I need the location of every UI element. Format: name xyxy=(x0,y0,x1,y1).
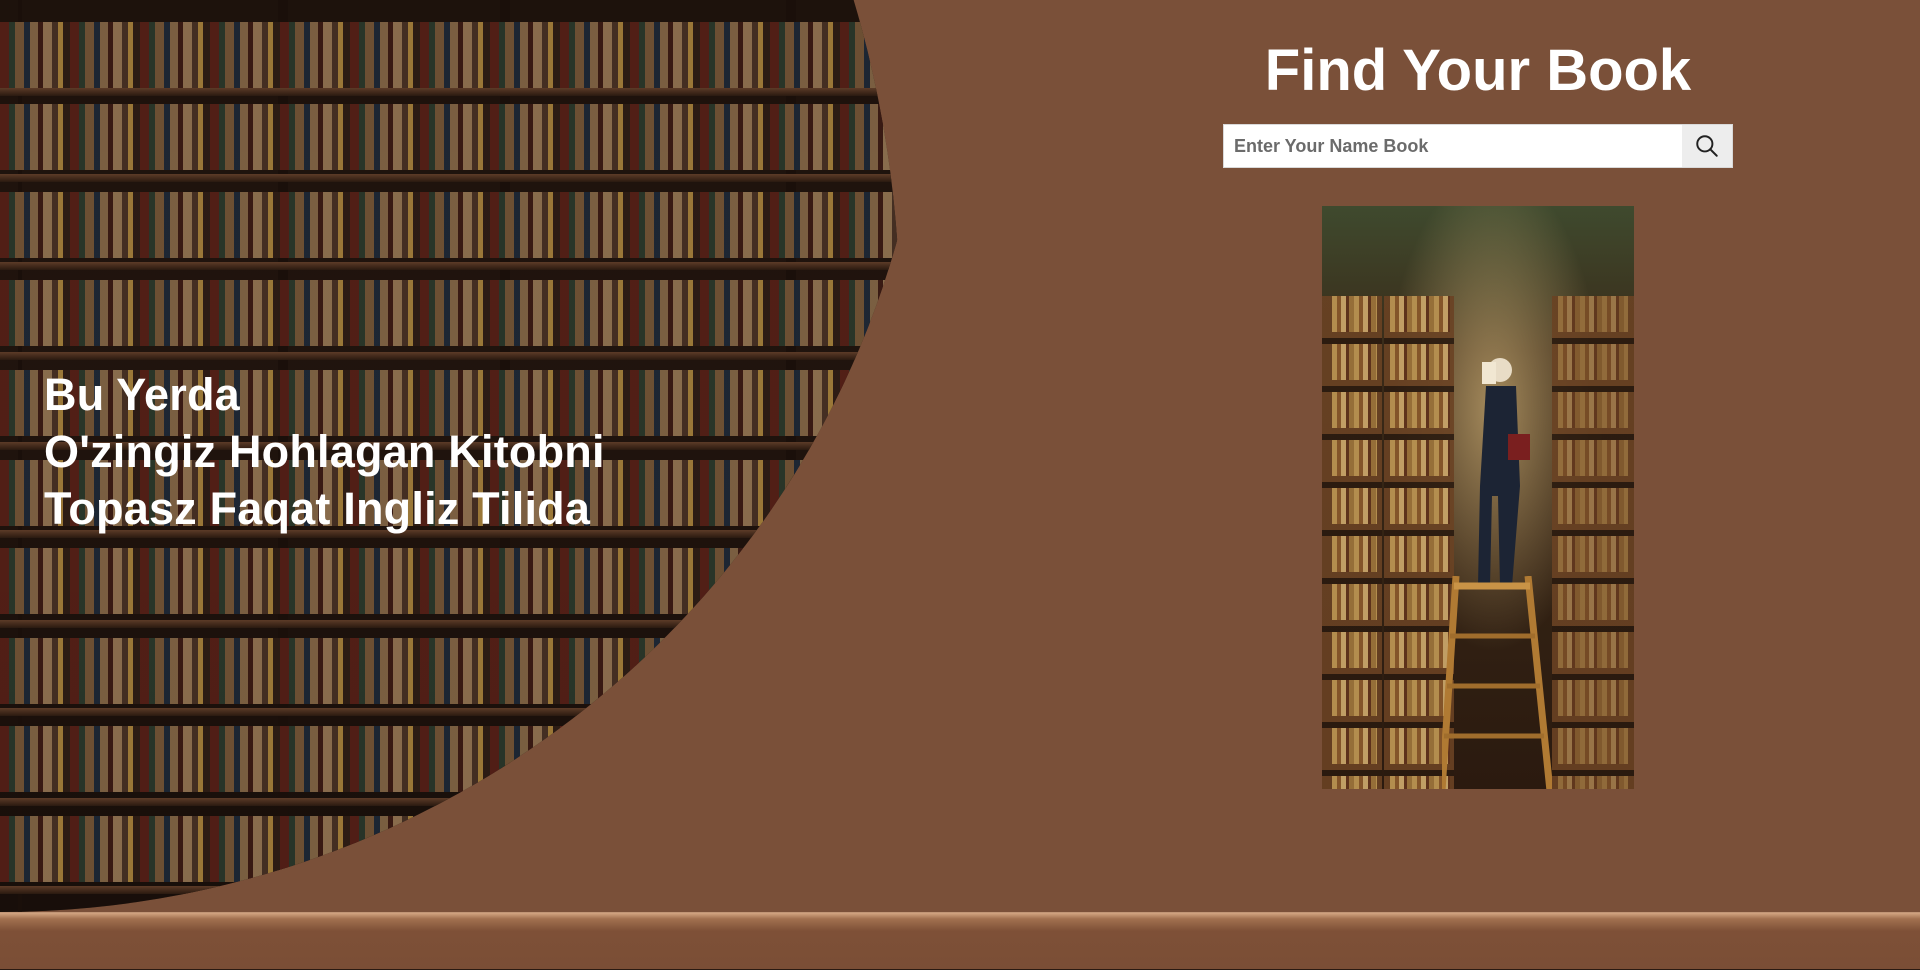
search-icon xyxy=(1696,135,1718,157)
reading-man-figure xyxy=(1478,358,1530,586)
footer-bar xyxy=(0,912,1920,970)
page: Bu Yerda O'zingiz Hohlagan Kitobni Topas… xyxy=(0,0,1920,970)
hero-heading: Bu Yerda O'zingiz Hohlagan Kitobni Topas… xyxy=(44,366,605,537)
ladder-figure xyxy=(1442,576,1552,789)
search-input[interactable] xyxy=(1224,125,1682,167)
hero-bookshelf-image: Bu Yerda O'zingiz Hohlagan Kitobni Topas… xyxy=(0,0,900,912)
hero-line-3: Topasz Faqat Ingliz Tilida xyxy=(44,483,591,534)
featured-painting-image xyxy=(1322,206,1634,789)
hero-line-2: O'zingiz Hohlagan Kitobni xyxy=(44,426,605,477)
hero-line-1: Bu Yerda xyxy=(44,369,240,420)
page-title: Find Your Book xyxy=(1264,38,1692,103)
search-button[interactable] xyxy=(1682,125,1732,167)
search-bar xyxy=(1223,124,1733,168)
